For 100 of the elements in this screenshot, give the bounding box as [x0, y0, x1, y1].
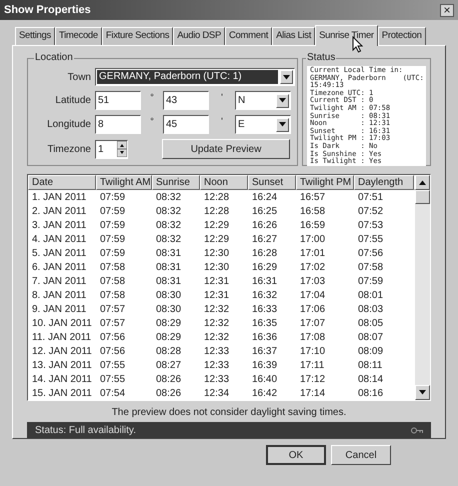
table-cell-text: 16:59 — [299, 218, 326, 232]
column-header[interactable]: Daylength — [354, 175, 414, 190]
table-cell-text: 14. JAN 2011 — [31, 372, 93, 386]
table-cell-text: 5. JAN 2011 — [31, 246, 88, 260]
table-cell-text: 07:58 — [99, 274, 126, 288]
tab[interactable]: Comment — [225, 27, 272, 45]
table-cell-text: 07:58 — [99, 288, 126, 302]
table-cell-text: 07:59 — [99, 246, 126, 260]
table-cell-text: 07:54 — [99, 386, 126, 400]
table-cell-text: 2. JAN 2011 — [31, 204, 88, 218]
table-cell-text: 08:30 — [155, 302, 182, 316]
degree-mark: ° — [149, 115, 155, 128]
table-cell-text: 13. JAN 2011 — [31, 358, 93, 372]
scrollbar[interactable] — [415, 175, 430, 400]
table-cell-text: 08:30 — [155, 288, 182, 302]
caret-icon — [276, 118, 289, 132]
table-cell-text: 12:32 — [203, 302, 230, 316]
table-cell-text: 07:57 — [99, 302, 126, 316]
table-cell-text: 08:31 — [155, 274, 182, 288]
table-cell-text: 17:08 — [299, 330, 326, 344]
tab[interactable]: Timecode — [54, 27, 102, 45]
table-cell-text: 12:31 — [203, 288, 230, 302]
cancel-button[interactable]: Cancel — [331, 445, 391, 465]
spin-arrows-icon — [117, 141, 127, 157]
table-cell-text: 16:57 — [299, 190, 326, 204]
table-cell-text: 07:56 — [99, 344, 126, 358]
table-cell-text: 07:51 — [357, 190, 384, 204]
table-cell-text: 07:55 — [99, 358, 126, 372]
table-cell-text: 10. JAN 2011 — [31, 316, 93, 330]
degree-mark: ° — [149, 91, 155, 104]
table-cell-text: 08:29 — [155, 330, 182, 344]
table-cell-text: 07:58 — [99, 260, 126, 274]
table-cell-text: 08:31 — [155, 260, 182, 274]
table-cell-text: 16:40 — [251, 372, 278, 386]
table-cell-text: 16:26 — [251, 218, 278, 232]
table-cell-text: 17:01 — [299, 246, 326, 260]
note-text: The preview does not consider daylight saving times. — [112, 407, 346, 418]
table-cell-text: 8. JAN 2011 — [31, 288, 88, 302]
input-field[interactable]: 43 — [163, 91, 209, 110]
table-cell-text: 17:04 — [299, 288, 326, 302]
direction-dropdown[interactable]: E — [235, 115, 291, 134]
table-cell-text: 08:11 — [357, 358, 384, 372]
table-cell-text: 08:32 — [155, 204, 182, 218]
direction-dropdown[interactable]: N — [235, 91, 291, 110]
table-cell-text: 12:28 — [203, 190, 230, 204]
column-header[interactable]: Sunset — [248, 175, 296, 190]
ok-button[interactable]: OK — [266, 445, 326, 465]
table-cell-text: 12:33 — [203, 358, 230, 372]
column-header[interactable]: Sunrise — [152, 175, 200, 190]
table-cell-text: 3. JAN 2011 — [31, 218, 88, 232]
table-cell-text: 08:05 — [357, 316, 384, 330]
caret-icon — [280, 70, 293, 84]
table-cell-text: 17:11 — [299, 358, 326, 372]
caret-icon — [276, 94, 289, 108]
table-cell-text: 08:09 — [357, 344, 384, 358]
tab[interactable]: Settings — [15, 27, 55, 45]
table-cell-text: 08:32 — [155, 218, 182, 232]
column-header[interactable]: Date — [28, 175, 96, 190]
tab[interactable]: Sunrise Timer — [315, 25, 378, 46]
town-dropdown[interactable]: GERMANY, Paderborn (UTC: 1) — [95, 68, 295, 86]
update-preview-button[interactable]: Update Preview — [162, 139, 290, 159]
table-cell-text: 07:55 — [99, 372, 126, 386]
table-cell-text: 16:36 — [251, 330, 278, 344]
field-label: Town — [66, 70, 91, 84]
table-cell-text: 16:25 — [251, 204, 278, 218]
table-cell-text: 6. JAN 2011 — [31, 260, 88, 274]
table-cell-text: 16:31 — [251, 274, 278, 288]
table-cell-text: 9. JAN 2011 — [31, 302, 88, 316]
tab[interactable]: Fixture Sections — [102, 27, 174, 45]
tab[interactable]: Audio DSP — [173, 27, 225, 45]
table-cell-text: 12:30 — [203, 246, 230, 260]
table-cell-text: 17:00 — [299, 232, 326, 246]
column-header[interactable]: Noon — [200, 175, 248, 190]
tab[interactable]: Alias List — [272, 27, 316, 45]
status-text: Status: Full availability. — [35, 424, 136, 438]
table-cell-text: 16:35 — [251, 316, 278, 330]
table-cell-text: 17:14 — [299, 386, 326, 400]
timezone-spinner[interactable]: 1 — [95, 140, 128, 158]
column-header[interactable]: Twilight PM — [296, 175, 354, 190]
scroll-thumb[interactable] — [415, 190, 430, 204]
input-field[interactable]: 45 — [163, 115, 209, 134]
column-header[interactable]: Twilight AM — [96, 175, 152, 190]
table-cell-text: 7. JAN 2011 — [31, 274, 88, 288]
table-cell-text: 07:59 — [99, 232, 126, 246]
table-cell-text: 08:14 — [357, 372, 384, 386]
table-cell-text: 07:57 — [99, 316, 126, 330]
table-cell-text: 07:59 — [99, 190, 126, 204]
table-cell-text: 12:33 — [203, 344, 230, 358]
tab[interactable]: Protection — [378, 27, 426, 45]
table-cell-text: 08:28 — [155, 344, 182, 358]
table-cell-text: 12. JAN 2011 — [31, 344, 93, 358]
input-field[interactable]: 8 — [95, 115, 141, 134]
close-button[interactable]: × — [440, 4, 454, 16]
table-cell-text: 17:12 — [299, 372, 326, 386]
table-cell-text: 12:28 — [203, 204, 230, 218]
input-field[interactable]: 51 — [95, 91, 141, 110]
table-cell-text: 12:29 — [203, 232, 230, 246]
key-icon — [411, 426, 423, 434]
table-cell-text: 12:34 — [203, 386, 230, 400]
table-cell-text: 15. JAN 2011 — [31, 386, 93, 400]
